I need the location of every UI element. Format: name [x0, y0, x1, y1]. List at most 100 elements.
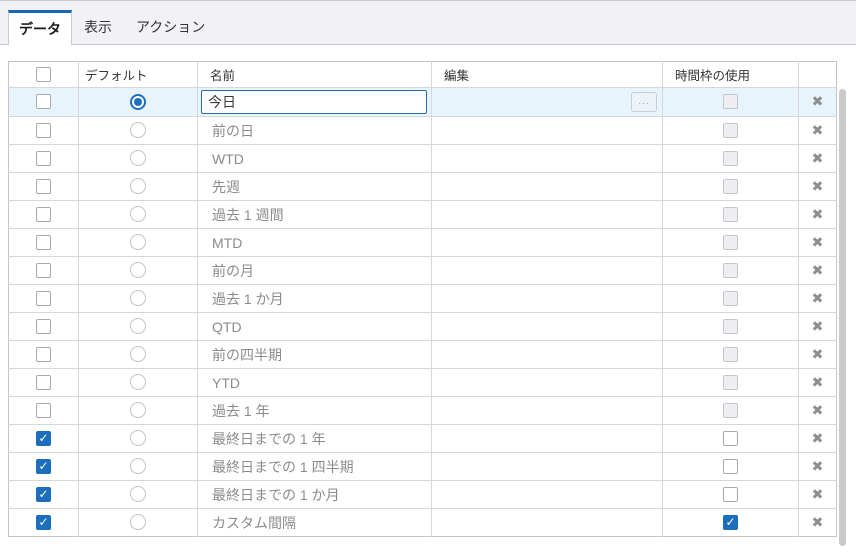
- delete-cell: ✖: [799, 397, 837, 425]
- delete-icon[interactable]: ✖: [812, 235, 824, 249]
- delete-icon[interactable]: ✖: [812, 319, 824, 333]
- default-radio[interactable]: [130, 430, 146, 446]
- name-cell: WTD: [198, 145, 432, 173]
- default-cell: [79, 453, 198, 481]
- timeframe-cell: [663, 285, 799, 313]
- name-text: MTD: [198, 235, 431, 251]
- vertical-scrollbar[interactable]: [839, 89, 846, 551]
- edit-button[interactable]: ...: [631, 92, 657, 112]
- row-select-checkbox[interactable]: [36, 263, 51, 278]
- timeframe-checkbox[interactable]: ✓: [723, 515, 738, 530]
- delete-cell: ✖: [799, 173, 837, 201]
- tab-data[interactable]: データ: [8, 10, 72, 45]
- timeframe-checkbox[interactable]: [723, 179, 738, 194]
- delete-cell: ✖: [799, 313, 837, 341]
- select-cell: [9, 397, 79, 425]
- default-radio[interactable]: [130, 514, 146, 530]
- row-select-checkbox[interactable]: [36, 235, 51, 250]
- default-cell: [79, 117, 198, 145]
- edit-cell: [432, 201, 663, 229]
- delete-icon[interactable]: ✖: [812, 151, 824, 165]
- default-radio[interactable]: [130, 150, 146, 166]
- delete-icon[interactable]: ✖: [812, 123, 824, 137]
- tab-action[interactable]: アクション: [124, 9, 217, 44]
- row-select-checkbox[interactable]: [36, 151, 51, 166]
- tab-display[interactable]: 表示: [72, 9, 124, 44]
- timeframe-checkbox[interactable]: [723, 263, 738, 278]
- select-cell: [9, 313, 79, 341]
- delete-icon[interactable]: ✖: [812, 403, 824, 417]
- timeframe-checkbox[interactable]: [723, 375, 738, 390]
- select-all-checkbox[interactable]: [36, 67, 51, 82]
- timeframe-checkbox[interactable]: [723, 123, 738, 138]
- delete-icon[interactable]: ✖: [812, 179, 824, 193]
- row-select-checkbox[interactable]: [36, 347, 51, 362]
- default-radio[interactable]: [130, 374, 146, 390]
- select-all-header: [9, 62, 79, 88]
- row-select-checkbox[interactable]: [36, 319, 51, 334]
- default-radio[interactable]: [130, 122, 146, 138]
- delete-cell: ✖: [799, 257, 837, 285]
- default-radio[interactable]: [130, 458, 146, 474]
- row-select-checkbox[interactable]: ✓: [36, 515, 51, 530]
- timeframe-checkbox[interactable]: [723, 207, 738, 222]
- row-select-checkbox[interactable]: [36, 403, 51, 418]
- timeframe-checkbox[interactable]: [723, 403, 738, 418]
- scrollbar-thumb[interactable]: [839, 89, 846, 546]
- name-cell: 前の日: [198, 117, 432, 145]
- name-text: 前の日: [198, 121, 431, 141]
- default-radio[interactable]: [130, 262, 146, 278]
- default-radio[interactable]: [130, 318, 146, 334]
- table-row: 前の四半期 ✖: [9, 341, 837, 369]
- row-select-checkbox[interactable]: [36, 291, 51, 306]
- default-radio[interactable]: [130, 234, 146, 250]
- row-select-checkbox[interactable]: [36, 123, 51, 138]
- timeframe-checkbox[interactable]: [723, 235, 738, 250]
- delete-icon[interactable]: ✖: [812, 347, 824, 361]
- row-select-checkbox[interactable]: [36, 179, 51, 194]
- row-select-checkbox[interactable]: [36, 94, 51, 109]
- name-text: 前の四半期: [198, 345, 431, 365]
- edit-cell: [432, 117, 663, 145]
- timeframe-checkbox[interactable]: [723, 291, 738, 306]
- delete-icon[interactable]: ✖: [812, 431, 824, 445]
- timeframe-checkbox[interactable]: [723, 487, 738, 502]
- row-select-checkbox[interactable]: ✓: [36, 459, 51, 474]
- row-select-checkbox[interactable]: [36, 375, 51, 390]
- default-radio[interactable]: [130, 402, 146, 418]
- default-radio[interactable]: [130, 178, 146, 194]
- delete-icon[interactable]: ✖: [812, 487, 824, 501]
- timeframe-checkbox[interactable]: [723, 347, 738, 362]
- default-cell: [79, 397, 198, 425]
- delete-icon[interactable]: ✖: [812, 207, 824, 221]
- edit-cell: [432, 481, 663, 509]
- timeframe-checkbox[interactable]: [723, 459, 738, 474]
- name-text: 最終日までの 1 年: [198, 429, 431, 449]
- name-cell: [198, 88, 432, 117]
- delete-icon[interactable]: ✖: [812, 459, 824, 473]
- default-radio[interactable]: [130, 94, 146, 110]
- delete-icon[interactable]: ✖: [812, 263, 824, 277]
- timeframe-cell: [663, 313, 799, 341]
- delete-icon[interactable]: ✖: [812, 515, 824, 529]
- timeframe-checkbox[interactable]: [723, 431, 738, 446]
- default-radio[interactable]: [130, 206, 146, 222]
- row-select-checkbox[interactable]: [36, 207, 51, 222]
- row-select-checkbox[interactable]: ✓: [36, 487, 51, 502]
- name-input[interactable]: [201, 90, 427, 114]
- delete-icon[interactable]: ✖: [812, 375, 824, 389]
- timeframe-checkbox[interactable]: [723, 151, 738, 166]
- timeframe-checkbox[interactable]: [723, 94, 738, 109]
- table-header-row: デフォルト 名前 編集 時間枠の使用: [9, 62, 837, 88]
- default-radio[interactable]: [130, 290, 146, 306]
- timeframe-cell: [663, 173, 799, 201]
- default-radio[interactable]: [130, 346, 146, 362]
- delete-icon[interactable]: ✖: [812, 291, 824, 305]
- default-cell: [79, 341, 198, 369]
- row-select-checkbox[interactable]: ✓: [36, 431, 51, 446]
- timeframe-checkbox[interactable]: [723, 319, 738, 334]
- default-radio[interactable]: [130, 486, 146, 502]
- delete-icon[interactable]: ✖: [812, 94, 824, 108]
- check-icon: ✓: [37, 516, 50, 529]
- timeframe-cell: [663, 88, 799, 117]
